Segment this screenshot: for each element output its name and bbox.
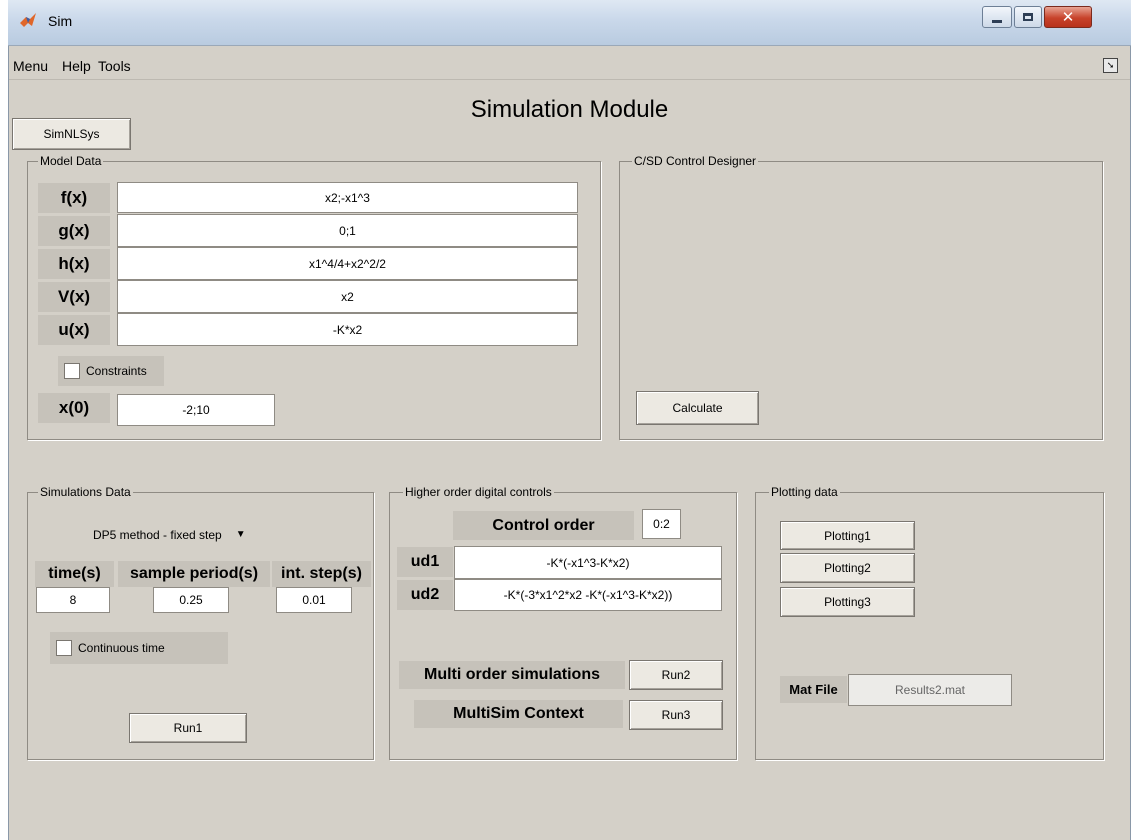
chevron-down-icon[interactable]: ▼	[236, 529, 246, 540]
plotting2-button[interactable]: Plotting2	[780, 553, 915, 583]
vx-input[interactable]: x2	[117, 280, 578, 313]
ud1-input[interactable]: -K*(-x1^3-K*x2)	[454, 546, 722, 579]
int-step-label: int. step(s)	[272, 561, 371, 587]
simnlsys-button[interactable]: SimNLSys	[12, 118, 131, 150]
ud1-label: ud1	[397, 547, 453, 577]
maximize-icon	[1023, 13, 1033, 21]
checkbox-box[interactable]	[64, 363, 80, 379]
run3-button[interactable]: Run3	[629, 700, 723, 730]
maximize-button[interactable]	[1014, 6, 1042, 28]
mat-file-input[interactable]: Results2.mat	[848, 674, 1012, 706]
method-dropdown[interactable]: DP5 method - fixed step ▼	[89, 521, 300, 548]
dock-arrow-icon[interactable]: ➘	[1103, 58, 1118, 73]
hodc-title: Higher order digital controls	[403, 485, 554, 499]
window-title: Sim	[48, 13, 73, 29]
run2-button[interactable]: Run2	[629, 660, 723, 690]
mat-file-label: Mat File	[780, 676, 847, 703]
ux-label: u(x)	[38, 315, 110, 345]
matlab-logo-icon	[20, 13, 36, 27]
gx-label: g(x)	[38, 216, 110, 246]
sample-period-label: sample period(s)	[118, 561, 270, 587]
ux-input[interactable]: -K*x2	[117, 313, 578, 346]
sample-period-input[interactable]: 0.25	[153, 587, 229, 613]
minimize-button[interactable]	[982, 6, 1012, 28]
menu-item-help[interactable]: Help	[62, 58, 91, 74]
menu-bar	[9, 46, 1130, 80]
time-input[interactable]: 8	[36, 587, 110, 613]
x0-input[interactable]: -2;10	[117, 394, 275, 426]
hx-label: h(x)	[38, 249, 110, 279]
control-order-label: Control order	[453, 511, 634, 540]
close-button[interactable]: ✕	[1044, 6, 1092, 28]
multi-order-label: Multi order simulations	[399, 661, 625, 689]
calculate-button[interactable]: Calculate	[636, 391, 759, 425]
page-title: Simulation Module	[470, 96, 669, 123]
plotting1-button[interactable]: Plotting1	[780, 521, 915, 550]
model-data-title: Model Data	[38, 154, 104, 168]
title-bar[interactable]	[8, 0, 1131, 46]
hx-input[interactable]: x1^4/4+x2^2/2	[117, 247, 578, 280]
run1-button[interactable]: Run1	[129, 713, 247, 743]
continuous-time-checkbox[interactable]: Continuous time	[50, 632, 228, 664]
constraints-label: Constraints	[86, 364, 147, 378]
gx-input[interactable]: 0;1	[117, 214, 578, 247]
close-icon: ✕	[1061, 8, 1075, 26]
csd-title: C/SD Control Designer	[632, 154, 759, 168]
plotting3-button[interactable]: Plotting3	[780, 587, 915, 617]
fx-label: f(x)	[38, 183, 110, 213]
x0-label: x(0)	[38, 393, 110, 423]
menu-item-tools[interactable]: Tools	[98, 58, 131, 74]
control-order-input[interactable]: 0:2	[642, 509, 681, 539]
constraints-checkbox[interactable]: Constraints	[58, 356, 164, 386]
continuous-time-label: Continuous time	[78, 641, 165, 655]
int-step-input[interactable]: 0.01	[276, 587, 352, 613]
fx-input[interactable]: x2;-x1^3	[117, 182, 578, 213]
vx-label: V(x)	[38, 282, 110, 312]
ud2-label: ud2	[397, 580, 453, 610]
ud2-input[interactable]: -K*(-3*x1^2*x2 -K*(-x1^3-K*x2))	[454, 579, 722, 611]
minimize-icon	[992, 19, 1002, 23]
simulations-title: Simulations Data	[38, 485, 133, 499]
menu-item-menu[interactable]: Menu	[13, 58, 48, 74]
plotting-title: Plotting data	[769, 485, 840, 499]
method-value: DP5 method - fixed step	[93, 527, 222, 542]
time-label: time(s)	[35, 561, 114, 587]
checkbox-box[interactable]	[56, 640, 72, 656]
multisim-context-label: MultiSim Context	[414, 700, 623, 728]
